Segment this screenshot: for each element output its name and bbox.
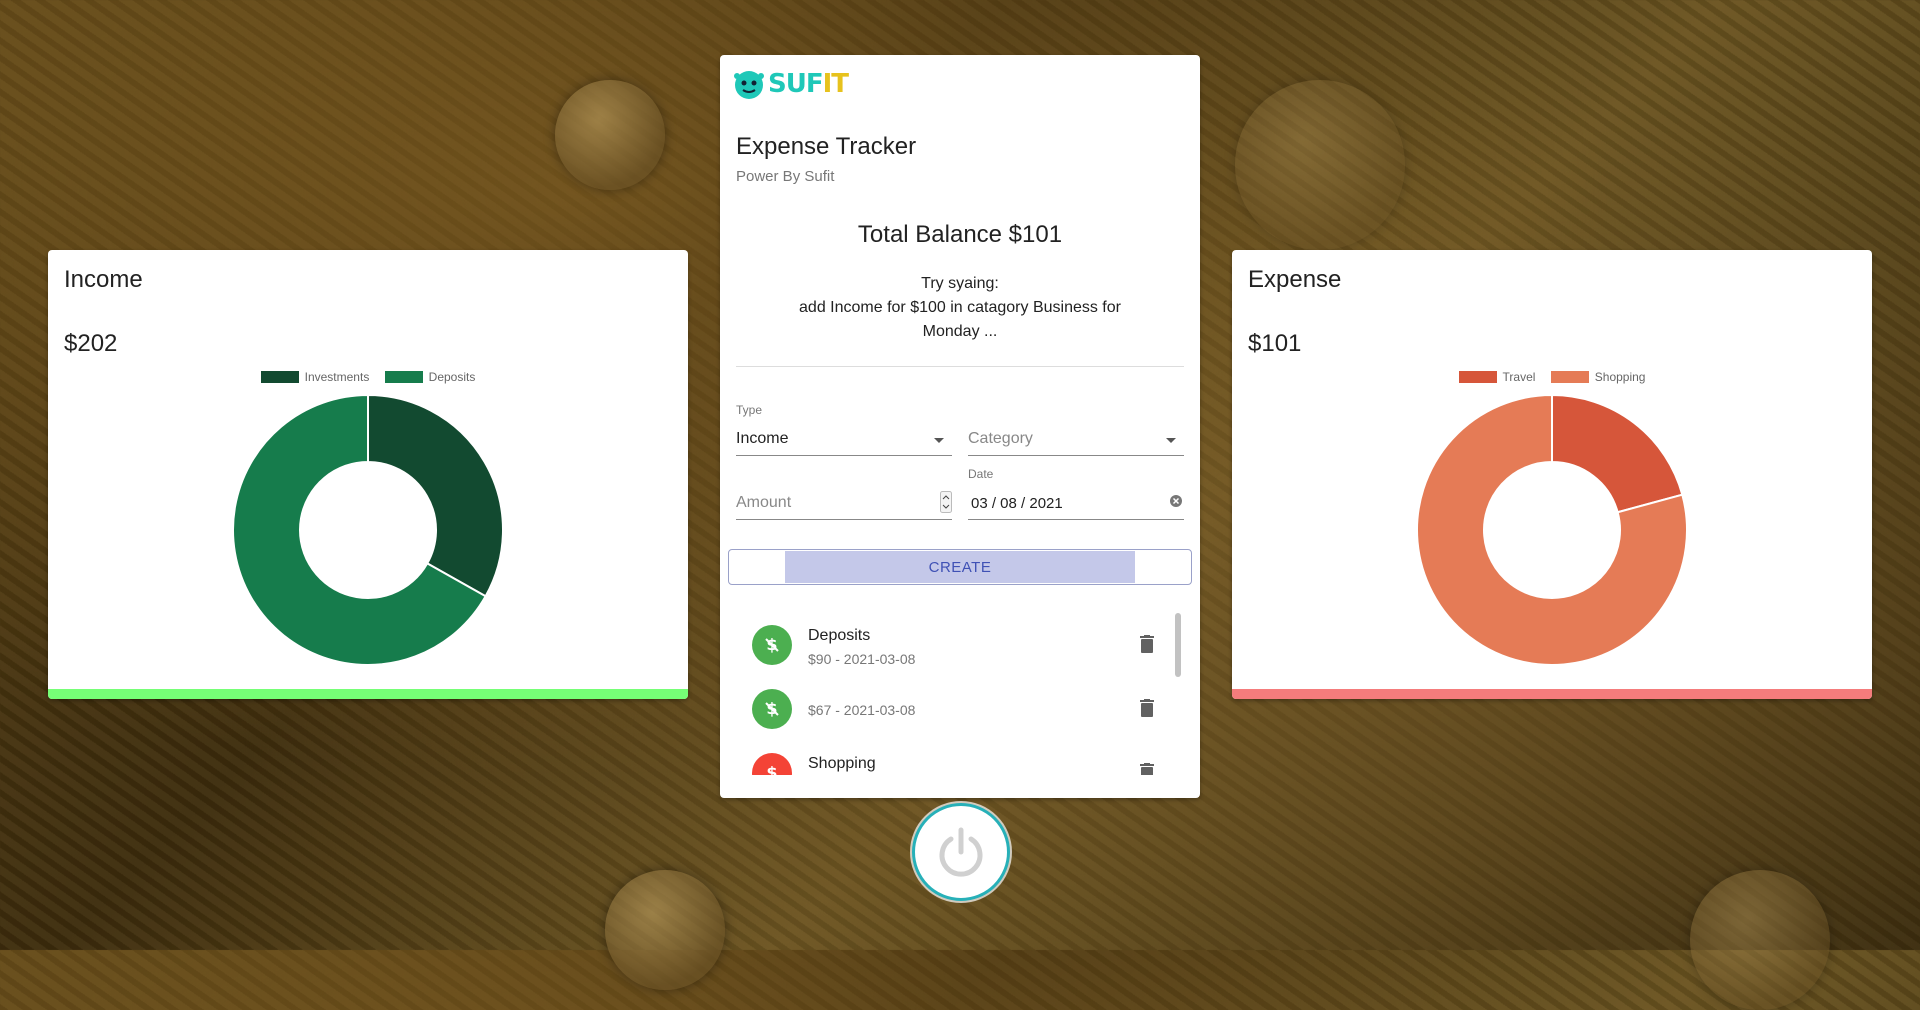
- background-coin: [1690, 870, 1830, 1010]
- type-label: Type: [736, 403, 763, 417]
- transaction-item[interactable]: $ Shopping: [736, 739, 1176, 775]
- type-select[interactable]: Type Income: [736, 403, 952, 456]
- date-value: 03 / 08 / 2021: [971, 495, 1063, 512]
- money-off-icon: $: [752, 753, 792, 775]
- legend-item-shopping[interactable]: Shopping: [1550, 370, 1646, 384]
- income-donut-chart: [232, 394, 504, 666]
- legend-label: Shopping: [1594, 370, 1646, 384]
- legend-label: Deposits: [428, 370, 476, 384]
- transaction-item[interactable]: $ Deposits $90 - 2021-03-08: [736, 611, 1176, 675]
- background-coin: [605, 870, 725, 990]
- transaction-title: Deposits: [808, 627, 871, 644]
- clear-date-icon[interactable]: [1170, 495, 1182, 507]
- income-title: Income: [64, 266, 143, 293]
- income-amount: $202: [64, 330, 118, 357]
- delete-icon[interactable]: [1140, 763, 1154, 775]
- background-coin: [555, 80, 665, 190]
- dropdown-arrow-icon: [1166, 438, 1176, 443]
- amount-field[interactable]: Amount: [736, 469, 952, 520]
- hint-line: Try syaing:: [921, 275, 999, 292]
- list-scrollbar[interactable]: [1175, 613, 1181, 677]
- expense-legend: Travel Shopping: [1232, 370, 1872, 384]
- voice-power-button[interactable]: [912, 803, 1010, 901]
- power-icon: [939, 827, 983, 877]
- transaction-detail: $67 - 2021-03-08: [808, 702, 916, 718]
- background-coin: [1235, 80, 1405, 250]
- expense-donut-chart: [1416, 394, 1688, 666]
- legend-swatch: [1550, 371, 1589, 383]
- legend-item-travel[interactable]: Travel: [1458, 370, 1536, 384]
- hint-line: add Income for $100 in catagory Business…: [799, 299, 1121, 340]
- svg-text:$: $: [766, 763, 777, 775]
- income-legend: Investments Deposits: [48, 370, 688, 384]
- number-spinner-icon[interactable]: [940, 491, 952, 513]
- expense-amount: $101: [1248, 330, 1302, 357]
- income-slice-investments[interactable]: [367, 394, 504, 598]
- type-value: Income: [736, 430, 789, 447]
- transaction-title: Shopping: [808, 755, 876, 772]
- legend-item-investments[interactable]: Investments: [260, 370, 370, 384]
- total-balance: Total Balance $101: [857, 221, 1063, 248]
- legend-swatch: [260, 371, 299, 383]
- legend-swatch: [384, 371, 423, 383]
- amount-placeholder: Amount: [736, 494, 792, 511]
- expense-card: Expense $101 Travel Shopping: [1232, 250, 1872, 699]
- transaction-list[interactable]: $ Deposits $90 - 2021-03-08 $ $67 - 2021…: [736, 611, 1176, 775]
- category-placeholder: Category: [968, 430, 1033, 447]
- expense-accent-bar: [1232, 689, 1872, 699]
- sufit-logo: SUFIT: [732, 67, 849, 101]
- income-accent-bar: [48, 689, 688, 699]
- legend-swatch: [1458, 371, 1497, 383]
- create-button[interactable]: CREATE: [728, 549, 1192, 585]
- category-select[interactable]: Category: [968, 405, 1184, 456]
- app-title: Expense Tracker: [736, 133, 917, 160]
- voice-hint: Try syaing: add Income for $100 in catag…: [780, 272, 1140, 344]
- create-button-label: CREATE: [928, 558, 992, 576]
- legend-item-deposits[interactable]: Deposits: [384, 370, 476, 384]
- transaction-detail: $90 - 2021-03-08: [808, 651, 916, 667]
- legend-label: Travel: [1502, 370, 1536, 384]
- app-subtitle: Power By Sufit: [736, 168, 835, 185]
- logo-text: SUFIT: [768, 69, 849, 99]
- divider: [736, 366, 1184, 367]
- dropdown-arrow-icon: [934, 438, 944, 443]
- delete-icon[interactable]: [1140, 699, 1154, 717]
- dollar-icon: $: [752, 689, 792, 729]
- date-label: Date: [968, 467, 994, 481]
- legend-label: Investments: [304, 370, 370, 384]
- date-field[interactable]: Date 03 / 08 / 2021: [968, 467, 1184, 520]
- expense-tracker-card: SUFIT Expense Tracker Power By Sufit Tot…: [720, 55, 1200, 798]
- delete-icon[interactable]: [1140, 635, 1154, 653]
- sufit-mascot-icon: [734, 71, 764, 99]
- transaction-item[interactable]: $ $67 - 2021-03-08: [736, 675, 1176, 739]
- expense-title: Expense: [1248, 266, 1342, 293]
- expense-slice-travel[interactable]: [1551, 394, 1684, 514]
- income-card: Income $202 Investments Deposits: [48, 250, 688, 699]
- dollar-icon: $: [752, 625, 792, 665]
